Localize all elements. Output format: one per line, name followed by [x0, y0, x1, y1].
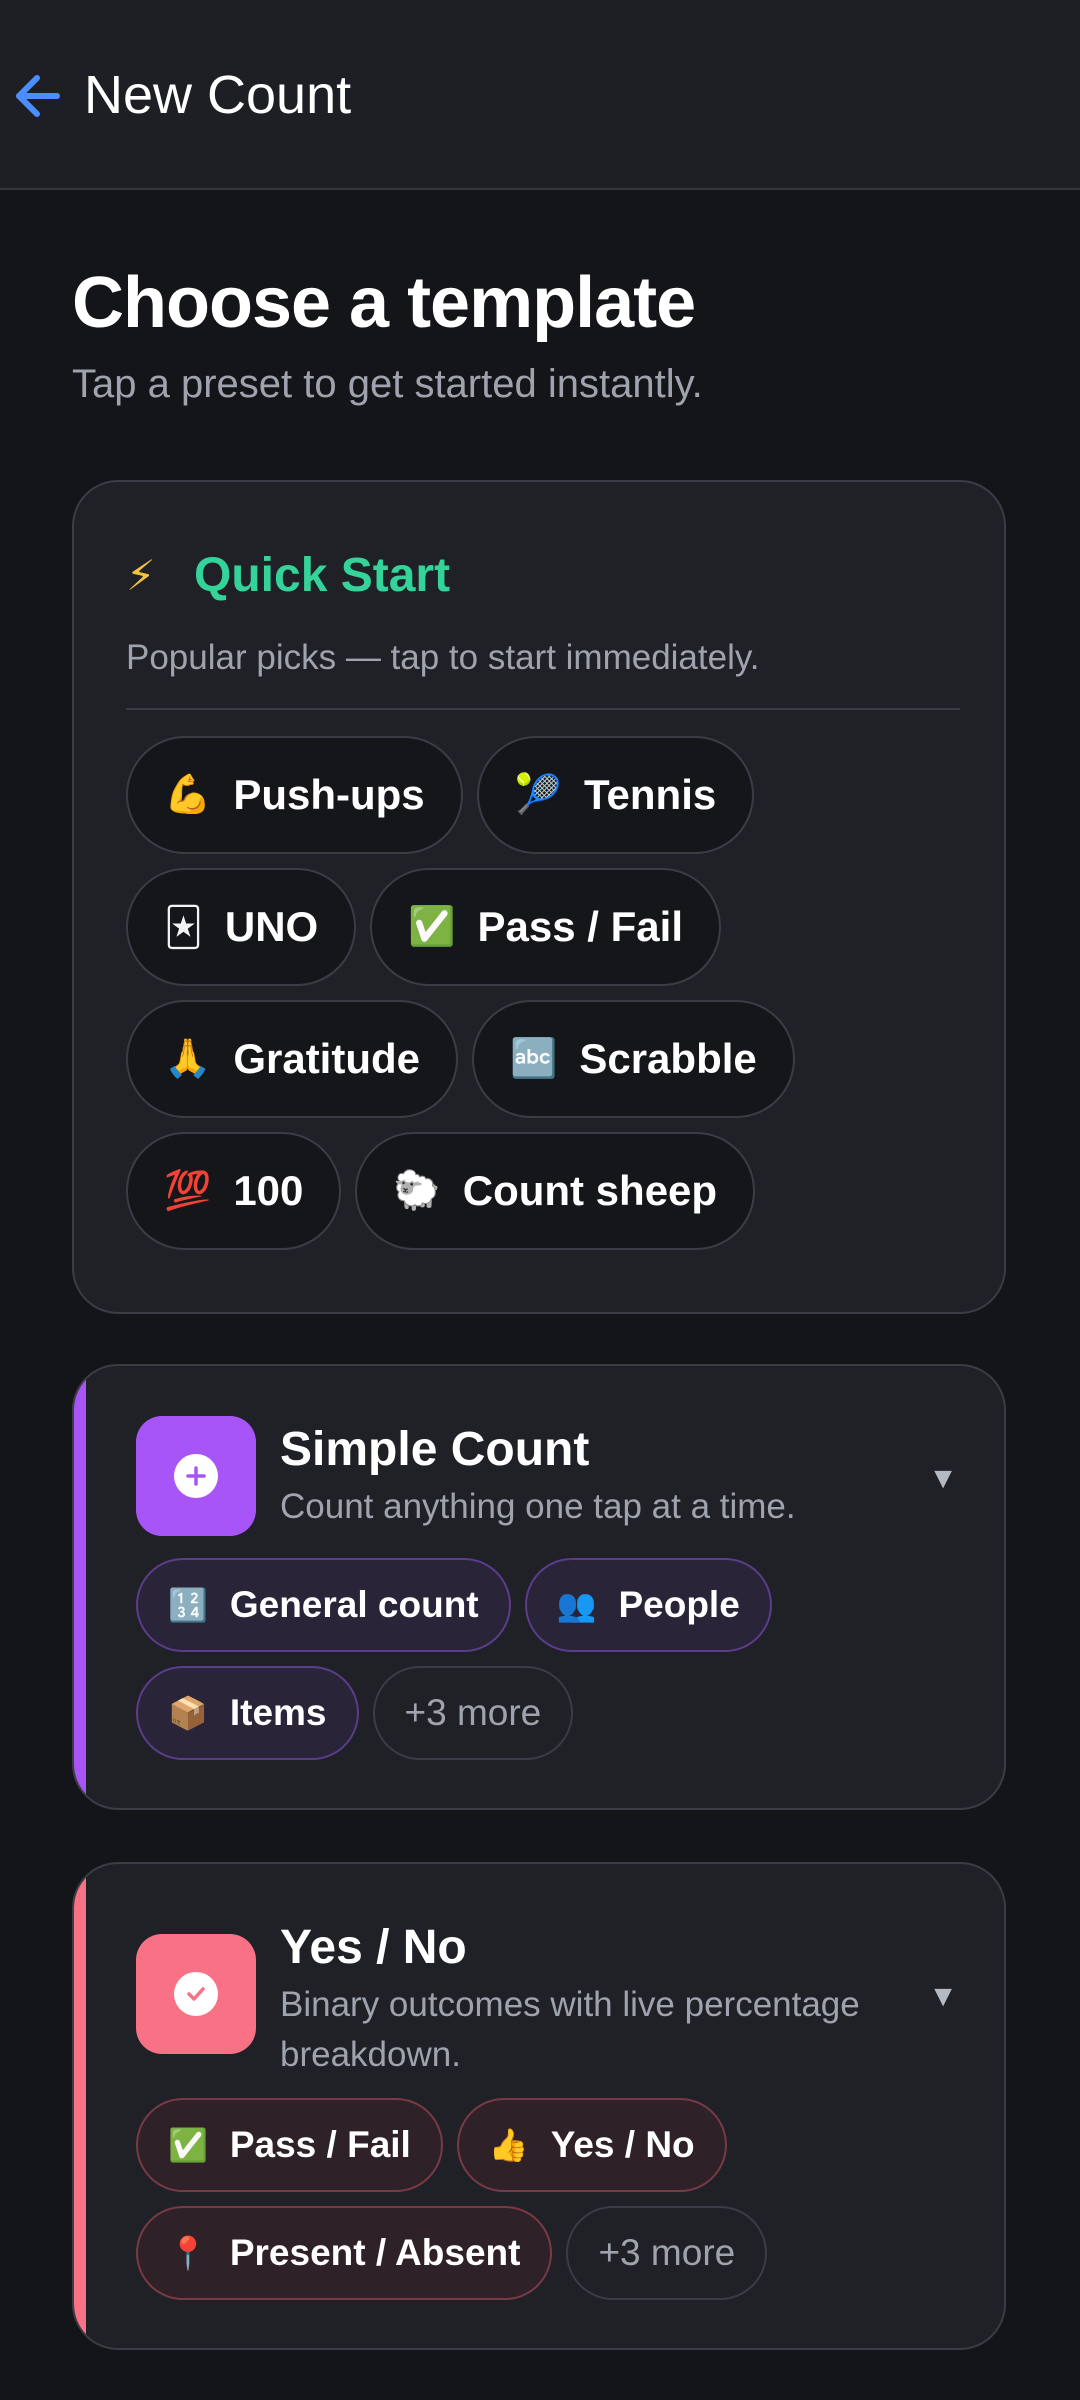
template-description: Count anything one tap at a time.	[280, 1487, 796, 1526]
chip-items[interactable]: 📦 Items	[136, 1666, 359, 1760]
flexed-biceps-icon: 💪	[164, 774, 212, 816]
quick-start-card: ⚡ Quick Start Popular picks — tap to sta…	[72, 480, 1006, 1314]
sheep-icon: 🐑	[393, 1170, 441, 1212]
chip-tennis[interactable]: 🎾 Tennis	[476, 736, 755, 854]
chip-label: 100	[233, 1167, 304, 1214]
check-icon	[174, 1972, 218, 2016]
folded-hands-icon: 🙏	[164, 1038, 212, 1080]
chip-pass-fail[interactable]: ✅ Pass / Fail	[136, 2098, 443, 2192]
template-icon-tile	[136, 1416, 256, 1536]
chip-people[interactable]: 👥 People	[524, 1558, 772, 1652]
app-bar-title: New Count	[84, 65, 352, 125]
chip-push-ups[interactable]: 💪 Push-ups	[126, 736, 463, 854]
package-icon: 📦	[168, 1695, 208, 1731]
accent-stripe	[74, 1366, 86, 1808]
check-mark-icon: ✅	[408, 906, 456, 948]
hundred-points-icon: 💯	[164, 1170, 212, 1212]
chevron-down-icon[interactable]: ▼	[928, 1462, 958, 1496]
more-chip[interactable]: +3 more	[566, 2206, 768, 2300]
accent-stripe	[74, 1864, 86, 2348]
chip-label: Pass / Fail	[229, 2124, 411, 2165]
template-chips: ✅ Pass / Fail 👍 Yes / No 📍 Present / Abs…	[136, 2098, 966, 2314]
chip-label: General count	[229, 1584, 479, 1625]
chip-label: Scrabble	[579, 1035, 757, 1082]
chip-general-count[interactable]: 🔢 General count	[136, 1558, 511, 1652]
chip-label: Gratitude	[233, 1035, 421, 1082]
quick-start-chips: 💪 Push-ups 🎾 Tennis 🃏 UNO ✅ Pass / Fail …	[126, 736, 966, 1264]
joker-card-icon: 🃏	[164, 906, 203, 949]
chip-label: Pass / Fail	[477, 903, 683, 950]
chip-label: Items	[229, 1692, 327, 1733]
chip-label: Tennis	[584, 771, 717, 818]
thumbs-up-icon: 👍	[488, 2127, 529, 2163]
template-card-yes-no[interactable]: Yes / No Binary outcomes with live perce…	[72, 1862, 1006, 2350]
quick-start-description: Popular picks — tap to start immediately…	[126, 638, 760, 677]
pin-icon: 📍	[168, 2235, 208, 2271]
chip-uno[interactable]: 🃏 UNO	[126, 868, 357, 986]
chip-label: UNO	[224, 903, 319, 950]
back-button[interactable]	[8, 60, 66, 132]
chip-label: Yes / No	[550, 2124, 695, 2165]
app-bar: New Count	[0, 0, 1080, 190]
chip-scrabble[interactable]: 🔤 Scrabble	[472, 1000, 795, 1118]
template-description: Binary outcomes with live percentage bre…	[280, 1985, 860, 2074]
template-title: Yes / No	[280, 1921, 467, 1974]
page-subtitle: Tap a preset to get started instantly.	[72, 362, 703, 406]
plus-icon	[174, 1454, 218, 1498]
quick-start-header: ⚡ Quick Start	[126, 548, 450, 603]
template-chips: 🔢 General count 👥 People 📦 Items +3 more	[136, 1558, 966, 1774]
chip-100[interactable]: 💯 100	[126, 1132, 342, 1250]
lightning-icon: ⚡	[126, 552, 156, 599]
chevron-down-icon[interactable]: ▼	[928, 1980, 958, 2014]
chip-pass-fail[interactable]: ✅ Pass / Fail	[370, 868, 721, 986]
check-mark-icon: ✅	[168, 2127, 208, 2163]
chip-label: Push-ups	[233, 771, 425, 818]
numbers-icon: 🔢	[168, 1587, 208, 1623]
quick-start-title: Quick Start	[194, 549, 451, 602]
template-icon-tile	[136, 1934, 256, 2054]
template-card-simple-count[interactable]: Simple Count Count anything one tap at a…	[72, 1364, 1006, 1810]
divider	[126, 708, 960, 710]
page-title: Choose a template	[72, 263, 696, 343]
chip-label: Present / Absent	[229, 2232, 521, 2273]
more-label: +3 more	[598, 2232, 736, 2273]
people-icon: 👥	[556, 1587, 597, 1623]
arrow-left-icon	[16, 75, 60, 117]
chip-count-sheep[interactable]: 🐑 Count sheep	[355, 1132, 756, 1250]
chip-yes-no[interactable]: 👍 Yes / No	[456, 2098, 727, 2192]
more-label: +3 more	[404, 1692, 542, 1733]
more-chip[interactable]: +3 more	[372, 1666, 574, 1760]
template-title: Simple Count	[280, 1423, 590, 1476]
tennis-ball-icon: 🎾	[514, 774, 562, 816]
chip-gratitude[interactable]: 🙏 Gratitude	[126, 1000, 459, 1118]
chip-present-absent[interactable]: 📍 Present / Absent	[136, 2206, 553, 2300]
chip-label: Count sheep	[462, 1167, 718, 1214]
letters-icon: 🔤	[510, 1038, 558, 1080]
chip-label: People	[618, 1584, 740, 1625]
